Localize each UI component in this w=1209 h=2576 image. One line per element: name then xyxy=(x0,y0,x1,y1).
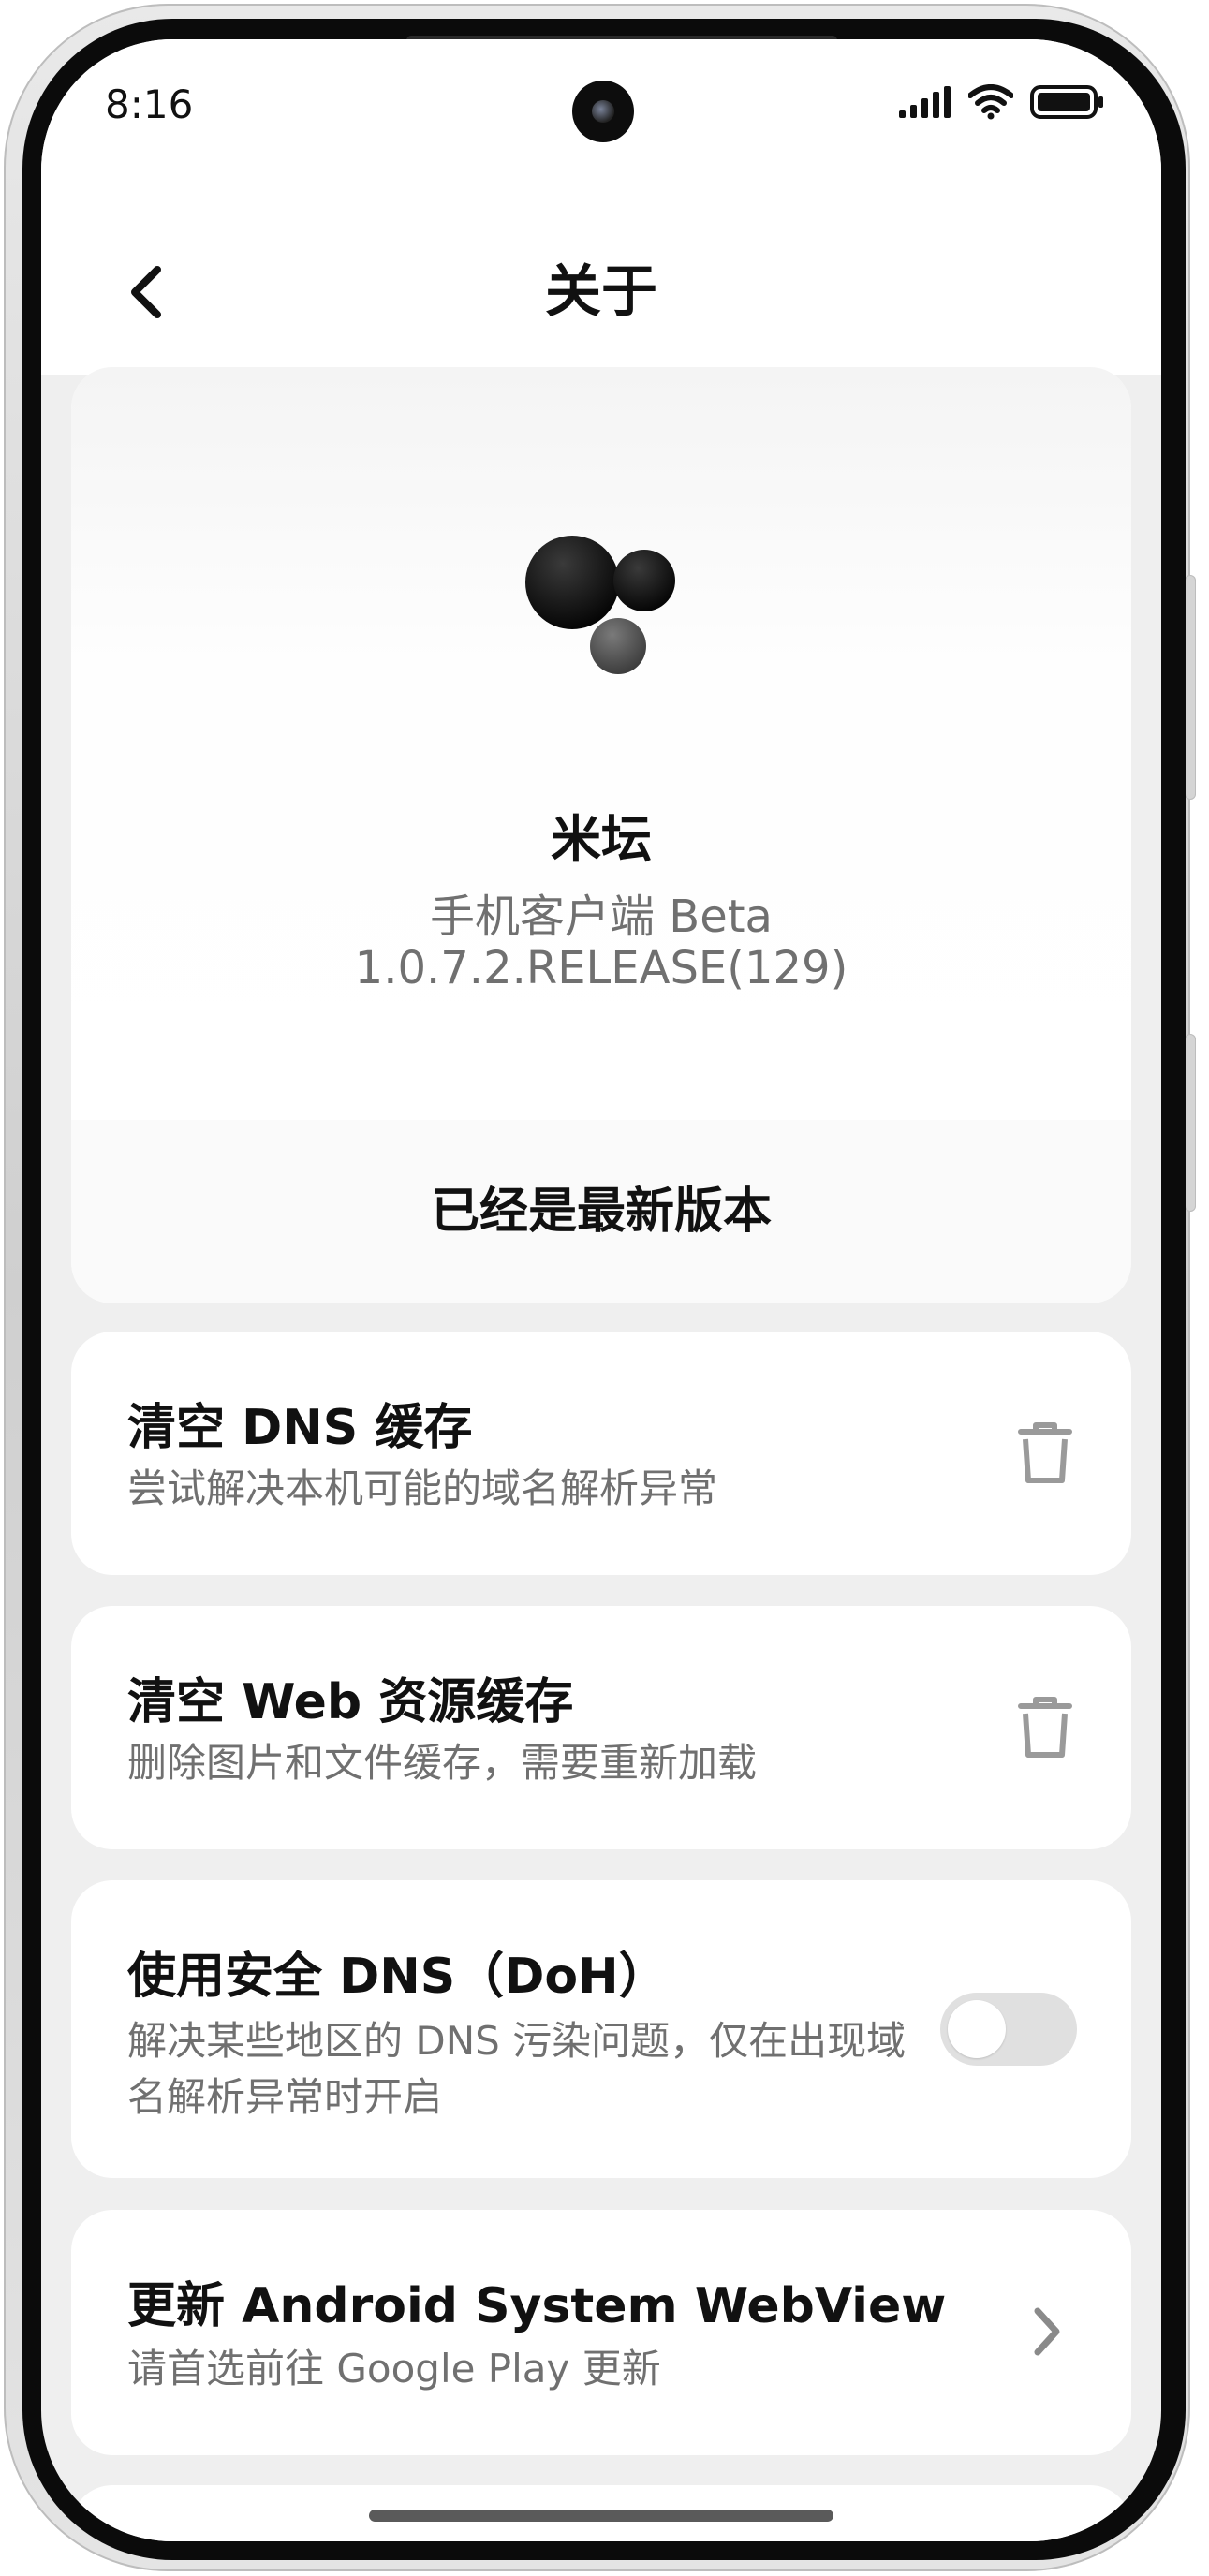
setting-description: 尝试解决本机可能的域名解析异常 xyxy=(127,1465,718,1511)
update-webview-item[interactable]: 更新 Android System WebView 请首选前往 Google P… xyxy=(71,2210,1131,2455)
app-subtitle: 手机客户端 Beta xyxy=(430,891,773,943)
update-check-row[interactable]: 已经是最新版本 xyxy=(71,1120,1131,1303)
about-card: 米坛 手机客户端 Beta 1.0.7.2.RELEASE(129) 已经是最新… xyxy=(71,367,1131,1303)
status-bar: 8:16 xyxy=(41,39,1161,217)
setting-title: 清空 Web 资源缓存 xyxy=(127,1674,574,1730)
setting-description: 请首选前往 Google Play 更新 xyxy=(127,2346,661,2392)
home-indicator[interactable] xyxy=(369,2510,833,2522)
status-icons xyxy=(899,84,1105,120)
page-title: 关于 xyxy=(545,259,657,325)
app-logo-icon xyxy=(525,536,675,674)
app-bar: 关于 xyxy=(41,217,1161,375)
setting-description: 解决某些地区的 DNS 污染问题，仅在出现域名解析异常时开启 xyxy=(127,2018,907,2120)
setting-description: 删除图片和文件缓存，需要重新加载 xyxy=(127,1740,758,1786)
setting-title: 清空 DNS 缓存 xyxy=(127,1400,473,1456)
clear-web-cache-item[interactable]: 清空 Web 资源缓存 删除图片和文件缓存，需要重新加载 xyxy=(71,1606,1131,1849)
wifi-icon xyxy=(968,84,1013,120)
front-camera xyxy=(572,81,634,142)
clear-dns-cache-item[interactable]: 清空 DNS 缓存 尝试解决本机可能的域名解析异常 xyxy=(71,1332,1131,1575)
trash-icon[interactable] xyxy=(1017,1420,1073,1486)
app-info-section: 米坛 手机客户端 Beta 1.0.7.2.RELEASE(129) xyxy=(71,367,1131,1120)
update-status: 已经是最新版本 xyxy=(430,1184,772,1240)
chevron-right-icon xyxy=(1034,2307,1060,2356)
cellular-signal-icon xyxy=(899,86,951,118)
device-frame: 8:16 关于 米坛 手机客户端 Beta 1.0.7.2.RELEASE(12… xyxy=(4,4,1196,2571)
status-time: 8:16 xyxy=(105,81,194,127)
secure-dns-toggle[interactable] xyxy=(940,1993,1077,2066)
secure-dns-item[interactable]: 使用安全 DNS（DoH） 解决某些地区的 DNS 污染问题，仅在出现域名解析异… xyxy=(71,1880,1131,2178)
side-button-volume xyxy=(1185,575,1196,800)
side-button-power xyxy=(1185,1034,1196,1212)
trash-icon[interactable] xyxy=(1017,1695,1073,1760)
app-version: 1.0.7.2.RELEASE(129) xyxy=(354,942,848,994)
screen: 8:16 关于 米坛 手机客户端 Beta 1.0.7.2.RELEASE(12… xyxy=(41,39,1161,2541)
app-name: 米坛 xyxy=(551,810,652,869)
battery-icon xyxy=(1030,85,1103,119)
toggle-knob xyxy=(948,2000,1006,2058)
setting-title: 更新 Android System WebView xyxy=(127,2278,947,2334)
setting-title: 使用安全 DNS（DoH） xyxy=(127,1949,668,2005)
